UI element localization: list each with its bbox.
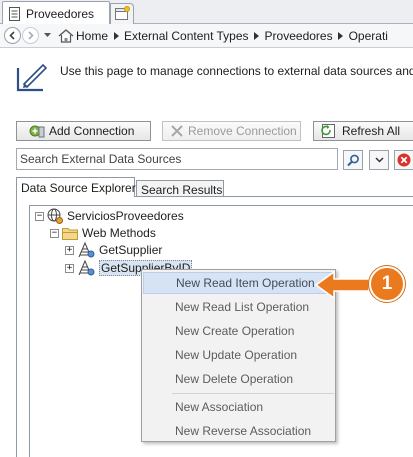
breadcrumb-home[interactable]: Home [58,29,108,43]
new-tab-icon [114,5,130,23]
tab-data-source-explorer[interactable]: Data Source Explorer [16,177,136,197]
chevron-right-icon [249,31,265,40]
document-tab[interactable]: Proveedores [2,1,110,25]
search-icon [346,154,359,166]
history-dropdown[interactable] [42,33,52,38]
refresh-icon [321,123,338,139]
refresh-all-button[interactable]: Refresh All [313,121,413,141]
back-icon [9,31,15,40]
web-method-icon [77,260,95,276]
tree-node-label: GetSupplier [99,243,163,257]
context-menu: New Read Item Operation New Read List Op… [141,269,336,442]
info-text: Use this page to manage connections to e… [60,64,413,78]
back-button[interactable] [4,27,21,44]
info-pencil-icon [15,60,49,94]
tree-node-label: ServiciosProveedores [67,209,184,223]
web-method-icon [77,242,95,258]
menu-item-new-create-operation[interactable]: New Create Operation [143,320,334,342]
chevron-down-icon [374,157,384,163]
globe-icon [47,208,63,224]
tree-node-label: Web Methods [82,226,156,240]
clear-icon [397,153,411,167]
remove-icon [170,124,184,138]
home-icon [58,28,74,43]
document-icon [8,6,21,21]
menu-item-new-read-list-operation[interactable]: New Read List Operation [143,296,334,318]
menu-separator [172,393,334,394]
chevron-right-icon [333,31,349,40]
callout-badge: 1 [369,266,405,302]
expand-toggle[interactable]: + [65,263,74,273]
collapse-toggle[interactable]: − [35,211,44,221]
tree-node-root[interactable]: − ServiciosProveedores [35,208,184,224]
remove-connection-label: Remove Connection [188,124,297,138]
menu-item-new-reverse-association[interactable]: New Reverse Association [143,420,334,442]
tree-node-web-methods[interactable]: − Web Methods [50,225,156,241]
breadcrumb-proveedores[interactable]: Proveedores [265,29,333,43]
navigation-bar: Home External Content Types Proveedores … [0,24,413,48]
remove-connection-button[interactable]: Remove Connection [162,121,301,141]
menu-item-new-association[interactable]: New Association [143,396,334,418]
collapse-toggle[interactable]: − [50,228,59,238]
menu-item-new-read-item-operation[interactable]: New Read Item Operation [143,272,334,294]
tree-node-get-supplier[interactable]: + GetSupplier [65,242,162,258]
clear-search-button[interactable] [394,150,413,170]
forward-button[interactable] [22,27,39,44]
breadcrumb-operations[interactable]: Operati [349,29,388,43]
tab-title: Proveedores [26,6,95,21]
menu-item-new-update-operation[interactable]: New Update Operation [143,344,334,366]
chevron-down-icon [43,33,51,37]
expand-toggle[interactable]: + [65,245,74,255]
tab-strip: Proveedores [0,0,413,25]
add-connection-label: Add Connection [49,124,135,138]
breadcrumb-external-content-types[interactable]: External Content Types [124,29,249,43]
callout-arrow-icon [314,270,370,300]
add-connection-button[interactable]: Add Connection [16,121,151,141]
chevron-right-icon [108,31,124,40]
new-tab-button[interactable] [110,3,134,24]
refresh-all-label: Refresh All [342,124,401,138]
search-button[interactable] [343,150,363,170]
folder-icon [62,227,78,240]
forward-icon [28,31,34,40]
search-options-button[interactable] [369,150,389,170]
breadcrumb-label: Home [76,28,109,43]
menu-item-new-delete-operation[interactable]: New Delete Operation [143,368,334,390]
add-connection-icon [29,124,45,139]
search-input[interactable] [16,148,338,170]
